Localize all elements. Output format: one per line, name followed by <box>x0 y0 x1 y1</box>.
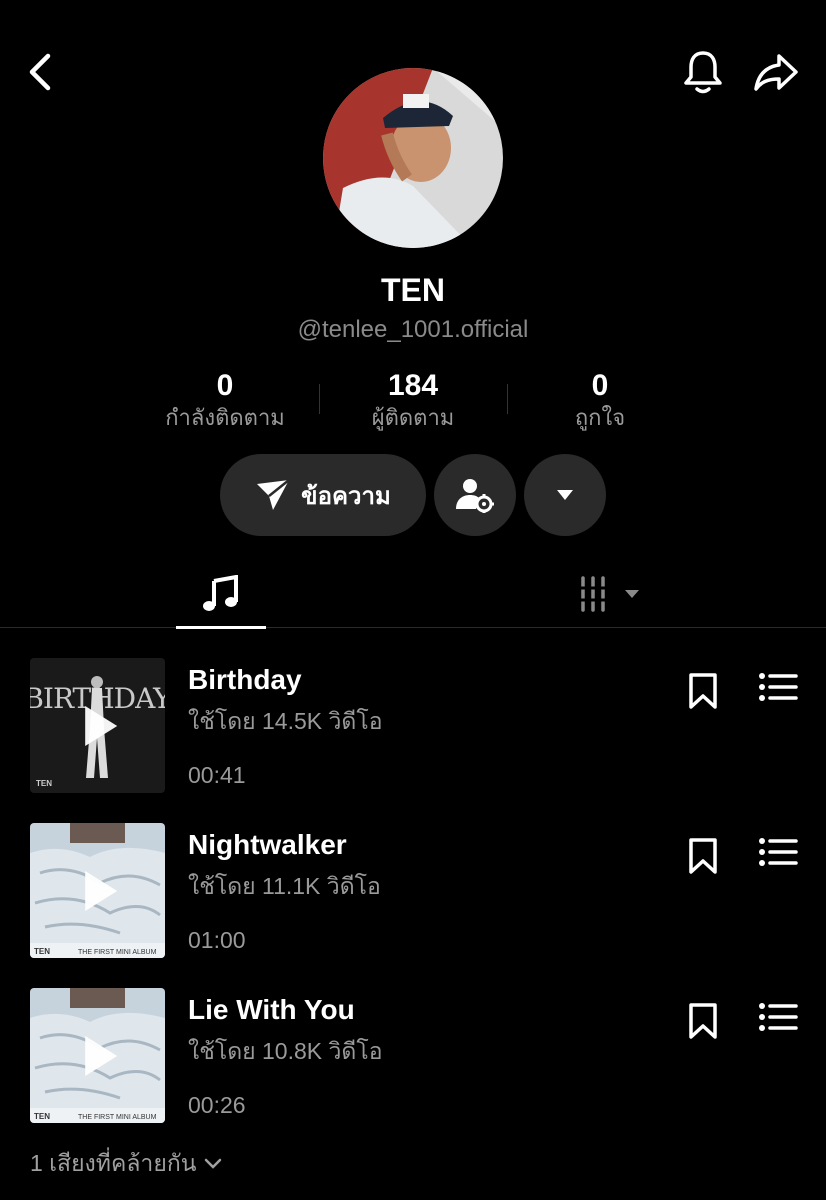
bookmark-icon[interactable] <box>686 837 720 875</box>
tab-playlists[interactable] <box>560 560 660 628</box>
share-button[interactable] <box>752 48 800 96</box>
track-uses: ใช้โดย 10.8K วิดีโอ <box>188 1038 383 1064</box>
chevron-down-icon <box>205 1158 222 1169</box>
user-settings-icon <box>456 479 494 513</box>
track-duration: 01:00 <box>188 927 246 953</box>
caret-down-icon <box>557 490 573 500</box>
chevron-left-icon <box>29 53 51 91</box>
similar-sounds-label: 1 เสียงที่คล้ายกัน <box>30 1150 197 1176</box>
message-label: ข้อความ <box>301 482 391 510</box>
cover-subtitle-text: THE FIRST MINI ALBUM <box>78 949 157 956</box>
track-duration: 00:26 <box>188 1092 246 1118</box>
profile-actions: ข้อความ <box>0 454 826 536</box>
track-uses: ใช้โดย 14.5K วิดีโอ <box>188 708 383 734</box>
track-title[interactable]: Lie With You <box>188 994 355 1026</box>
stat-value: 0 <box>216 369 234 402</box>
list-item[interactable]: BIRTHDAY TEN Birthday ใช้โดย 14.5K วิดีโ… <box>0 656 826 821</box>
bookmark-icon[interactable] <box>686 1002 720 1040</box>
track-list: BIRTHDAY TEN Birthday ใช้โดย 14.5K วิดีโ… <box>0 656 826 1151</box>
stat-divider <box>507 384 508 414</box>
list-menu-icon[interactable] <box>758 672 798 702</box>
profile-name: TEN <box>381 272 445 308</box>
profile-handle: @tenlee_1001.official <box>297 316 529 343</box>
track-title[interactable]: Birthday <box>188 664 302 696</box>
share-arrow-icon <box>754 54 798 91</box>
stat-label: ผู้ติดตาม <box>371 405 455 430</box>
list-menu-icon[interactable] <box>758 1002 798 1032</box>
profile-stats: 0 กำลังติดตาม 184 ผู้ติดตาม 0 ถูกใจ <box>0 368 826 434</box>
play-icon[interactable] <box>84 870 117 911</box>
stat-divider <box>319 384 320 414</box>
stat-label: กำลังติดตาม <box>165 405 285 430</box>
list-menu-icon[interactable] <box>758 837 798 867</box>
list-item[interactable]: TEN THE FIRST MINI ALBUM Lie With You ใช… <box>0 986 826 1151</box>
more-options-button[interactable] <box>524 454 606 536</box>
stat-label: ถูกใจ <box>574 405 626 430</box>
cover-artist-text: TEN <box>36 779 52 788</box>
list-item[interactable]: TEN THE FIRST MINI ALBUM Nightwalker ใช้… <box>0 821 826 986</box>
playlist-grid-icon <box>579 576 639 612</box>
send-icon <box>257 479 290 510</box>
stat-followers[interactable]: 184 ผู้ติดตาม <box>333 368 493 432</box>
similar-sounds-toggle[interactable]: 1 เสียงที่คล้ายกัน <box>30 1146 222 1182</box>
back-button[interactable] <box>18 50 62 94</box>
cover-artist-text: TEN <box>34 947 50 956</box>
play-icon[interactable] <box>84 705 117 746</box>
bell-icon <box>684 51 722 94</box>
bookmark-icon[interactable] <box>686 672 720 710</box>
track-title[interactable]: Nightwalker <box>188 829 347 861</box>
track-uses: ใช้โดย 11.1K วิดีโอ <box>188 873 381 899</box>
track-duration: 00:41 <box>188 762 246 788</box>
track-cover[interactable]: TEN THE FIRST MINI ALBUM <box>30 988 165 1123</box>
notification-bell-button[interactable] <box>680 48 726 96</box>
friend-settings-button[interactable] <box>434 454 516 536</box>
play-icon[interactable] <box>84 1035 117 1076</box>
cover-subtitle-text: THE FIRST MINI ALBUM <box>78 1114 157 1121</box>
cover-artist-text: TEN <box>34 1112 50 1121</box>
stat-value: 184 <box>387 369 439 402</box>
stat-likes[interactable]: 0 ถูกใจ <box>520 368 680 432</box>
music-note-icon <box>203 575 238 611</box>
avatar[interactable] <box>323 68 503 248</box>
content-tabs <box>0 560 826 629</box>
track-cover[interactable]: BIRTHDAY TEN <box>30 658 165 793</box>
tab-sounds[interactable] <box>176 560 266 629</box>
track-cover[interactable]: TEN THE FIRST MINI ALBUM <box>30 823 165 958</box>
stat-value: 0 <box>591 369 609 402</box>
stat-following[interactable]: 0 กำลังติดตาม <box>145 368 305 432</box>
message-button[interactable]: ข้อความ <box>220 454 426 536</box>
